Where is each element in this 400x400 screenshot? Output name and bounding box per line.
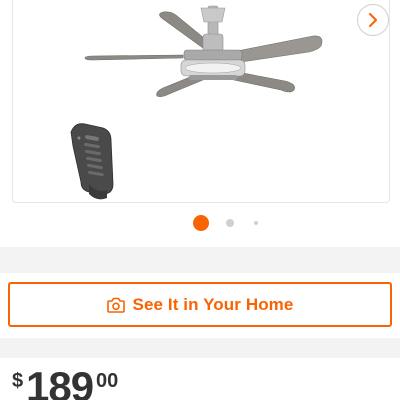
carousel-dot[interactable]: [254, 221, 258, 225]
carousel-dot[interactable]: [226, 219, 234, 227]
remote-control: [70, 123, 114, 200]
product-image-card[interactable]: [12, 0, 390, 203]
section-divider: [0, 338, 400, 358]
chevron-right-icon: [369, 13, 377, 27]
carousel-pagination: [0, 215, 400, 231]
fan-motor: [180, 5, 246, 80]
see-it-label: See It in Your Home: [132, 294, 294, 314]
price-dollars: 189: [26, 363, 94, 400]
product-page: See It in Your Home $ 189 00: [0, 0, 400, 400]
price-currency: $: [12, 370, 24, 392]
price-cents: 00: [96, 370, 119, 392]
camera-icon: [106, 297, 125, 313]
carousel-dot-active[interactable]: [193, 215, 209, 231]
see-it-in-your-home-button[interactable]: See It in Your Home: [8, 282, 392, 327]
section-divider: [0, 247, 400, 273]
carousel-next-button[interactable]: [357, 4, 389, 36]
product-image: [70, 5, 323, 200]
